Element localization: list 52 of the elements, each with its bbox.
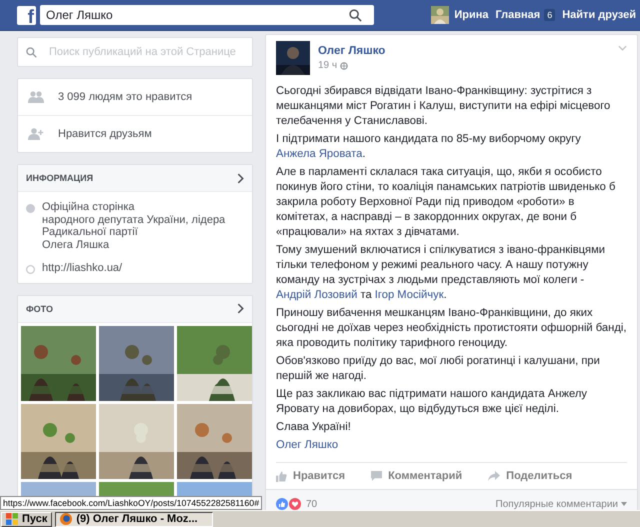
caret-icon xyxy=(621,502,627,506)
search-icon[interactable] xyxy=(349,8,362,22)
post-paragraph: Але в парламенті склалася така ситуація, що, якби я особисто покинув його стіни, то коаліція панамських патріотів швиденько б закрила роботу Верховної Ради під приводом «роботи» в комітетах, а насправді – в закордонних округах, де вони б «працювали» на яхтах з дівчатами. xyxy=(276,165,616,240)
post-paragraph: Ще раз закликаю вас підтримати нашого кандидата Анжелу Яровату на довиборах, що відбудуться вже цієї неділі. xyxy=(276,387,588,417)
name-link[interactable]: Ігор Мосійчук xyxy=(374,289,444,301)
post-paragraph: Обов'язково приїду до вас, мої любі рогатинці і калушани, при першій же нагоді. xyxy=(276,354,601,384)
author-name[interactable]: Олег Ляшко xyxy=(318,45,386,57)
post-paragraph: Слава Україні! xyxy=(276,420,352,435)
page-search-field[interactable]: Поиск публикаций на этой Странице xyxy=(47,45,241,59)
thumb-up-icon xyxy=(276,470,287,482)
notification-badge: 6 xyxy=(544,9,556,21)
likes-text: Нравится друзьям xyxy=(58,128,152,140)
status-url-tooltip: https://www.facebook.com/LiashkoOY/posts/1074552282581160# xyxy=(0,496,262,510)
comment-button[interactable]: Комментарий xyxy=(371,470,462,482)
name-link[interactable]: Олег Ляшко xyxy=(276,439,338,451)
name-link[interactable]: Анжела Яровата xyxy=(276,148,362,160)
like-button[interactable]: Нравится xyxy=(276,470,346,482)
section-title: ИНФОРМАЦИЯ xyxy=(26,173,94,183)
love-reaction-icon[interactable] xyxy=(289,498,301,510)
chevron-right-icon[interactable] xyxy=(237,172,244,184)
logo[interactable]: f xyxy=(17,6,36,24)
globe-icon xyxy=(340,62,348,70)
reactions-count[interactable]: 70 xyxy=(306,498,318,510)
globe-icon xyxy=(26,265,35,274)
browser-icon xyxy=(60,513,72,525)
home-link[interactable]: Главная xyxy=(495,9,540,21)
website-link[interactable]: http://liashko.ua/ xyxy=(42,262,122,274)
comment-icon xyxy=(371,471,382,481)
like-reaction-icon[interactable] xyxy=(276,498,288,510)
name-link[interactable]: Андрій Лозовий xyxy=(276,289,358,301)
share-button[interactable]: Поделиться xyxy=(488,470,572,482)
chevron-right-icon[interactable] xyxy=(237,303,244,314)
search-field[interactable]: Олег Ляшко xyxy=(40,5,374,25)
search-field[interactable]: Поиск публикаций на этой Странице xyxy=(17,37,253,67)
search-icon xyxy=(26,46,37,58)
find-friends-link[interactable]: Найти друзей xyxy=(562,9,636,21)
section-title: ФОТО xyxy=(26,304,53,314)
page-description: Офіційна сторінка народного депутата України, лідера Радикальної партії Олега Ляшка xyxy=(42,201,226,251)
comment-sort-dropdown[interactable]: Популярные комментарии xyxy=(496,498,627,510)
person-plus-icon xyxy=(28,128,44,140)
share-icon xyxy=(488,471,500,481)
post-paragraph: Тому змушений включатися і спілкуватися з івано-франківцями тільки телефоном у режимі реального часу. А нашу потужну команду на зустрічах з людьми представляють мої колеги - Андрій Лозовий та Ігор Мосійчук. xyxy=(276,243,606,303)
start-button[interactable]: Пуск xyxy=(1,512,52,526)
post-paragraph: І підтримати нашого кандидата по 85-му виборчому округу Анжела Яровата. xyxy=(276,132,582,162)
taskbar-window-button[interactable]: (9) Олег Ляшко - Moz... xyxy=(55,512,214,526)
info-icon xyxy=(26,204,35,213)
windows-flag-icon xyxy=(6,513,18,525)
people-icon xyxy=(28,91,44,103)
post-paragraph: Сьогодні збирався відвідати Івано-Франківщину: зустрітися з мешканцями міст Рогатин і Калуш, виступити на ефірі місцевого телебачення у Станиславові. xyxy=(276,84,612,129)
post-paragraph: Приношу вибачення мешканцям Івано-Франківщини, до яких сьогодні не доїхав через необхідність протистояти офшорній банді, яка проводить політику тарифного геноциду. xyxy=(276,306,628,351)
profile-link[interactable]: Ирина xyxy=(454,9,488,21)
likes-text: 3 099 людям это нравится xyxy=(58,91,192,103)
